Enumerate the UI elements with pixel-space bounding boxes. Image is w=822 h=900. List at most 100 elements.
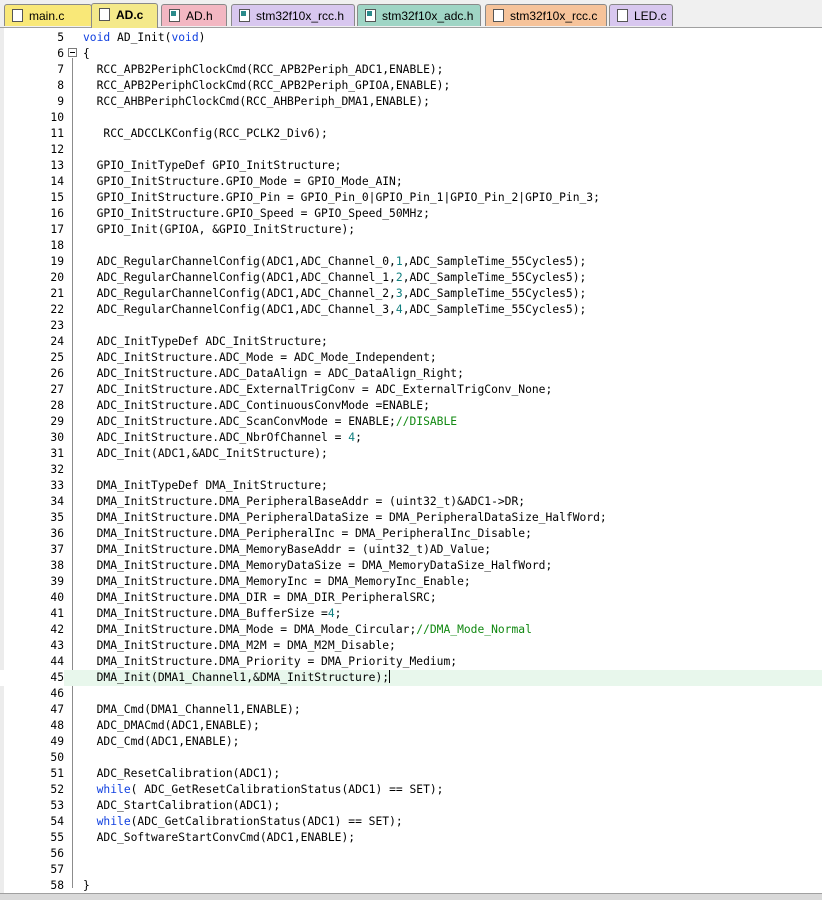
code-line[interactable]: 35 DMA_InitStructure.DMA_PeripheralDataS… — [0, 510, 822, 526]
code-text[interactable]: ADC_InitStructure.ADC_ContinuousConvMode… — [83, 398, 430, 414]
code-text[interactable]: DMA_InitStructure.DMA_MemoryBaseAddr = (… — [83, 542, 491, 558]
code-line[interactable]: 14 GPIO_InitStructure.GPIO_Mode = GPIO_M… — [0, 174, 822, 190]
code-line[interactable]: 21 ADC_RegularChannelConfig(ADC1,ADC_Cha… — [0, 286, 822, 302]
code-text[interactable]: GPIO_InitStructure.GPIO_Mode = GPIO_Mode… — [83, 174, 403, 190]
code-line[interactable]: 30 ADC_InitStructure.ADC_NbrOfChannel = … — [0, 430, 822, 446]
code-text[interactable]: RCC_APB2PeriphClockCmd(RCC_APB2Periph_AD… — [83, 62, 444, 78]
code-text[interactable]: DMA_InitStructure.DMA_M2M = DMA_M2M_Disa… — [83, 638, 396, 654]
code-text[interactable]: ADC_Cmd(ADC1,ENABLE); — [83, 734, 240, 750]
tab-stm32f10x-rcc-h[interactable]: stm32f10x_rcc.h — [231, 4, 355, 26]
code-text[interactable]: ADC_InitStructure.ADC_ScanConvMode = ENA… — [83, 414, 458, 430]
code-line[interactable]: 9 RCC_AHBPeriphClockCmd(RCC_AHBPeriph_DM… — [0, 94, 822, 110]
code-text[interactable]: DMA_InitStructure.DMA_PeripheralInc = DM… — [83, 526, 532, 542]
code-line[interactable]: 31 ADC_Init(ADC1,&ADC_InitStructure); — [0, 446, 822, 462]
code-line[interactable]: 49 ADC_Cmd(ADC1,ENABLE); — [0, 734, 822, 750]
code-line[interactable]: 17 GPIO_Init(GPIOA, &GPIO_InitStructure)… — [0, 222, 822, 238]
code-text[interactable]: RCC_APB2PeriphClockCmd(RCC_APB2Periph_GP… — [83, 78, 451, 94]
code-line[interactable]: 53 ADC_StartCalibration(ADC1); — [0, 798, 822, 814]
code-text[interactable]: GPIO_InitStructure.GPIO_Pin = GPIO_Pin_0… — [83, 190, 600, 206]
code-line[interactable]: 34 DMA_InitStructure.DMA_PeripheralBaseA… — [0, 494, 822, 510]
code-line[interactable]: 23 — [0, 318, 822, 334]
code-line[interactable]: 43 DMA_InitStructure.DMA_M2M = DMA_M2M_D… — [0, 638, 822, 654]
code-line[interactable]: 48 ADC_DMACmd(ADC1,ENABLE); — [0, 718, 822, 734]
code-line[interactable]: 10 — [0, 110, 822, 126]
code-text[interactable]: DMA_InitStructure.DMA_Mode = DMA_Mode_Ci… — [83, 622, 532, 638]
tab-main-c[interactable]: main.c — [4, 4, 92, 26]
code-text[interactable]: } — [83, 878, 90, 893]
code-line[interactable]: 42 DMA_InitStructure.DMA_Mode = DMA_Mode… — [0, 622, 822, 638]
code-text[interactable]: DMA_Cmd(DMA1_Channel1,ENABLE); — [83, 702, 301, 718]
code-line[interactable]: 58} — [0, 878, 822, 893]
code-line[interactable]: 32 — [0, 462, 822, 478]
code-text[interactable]: ADC_InitStructure.ADC_NbrOfChannel = 4; — [83, 430, 362, 446]
tab-stm32f10x-rcc-c[interactable]: stm32f10x_rcc.c — [485, 4, 607, 26]
code-text[interactable]: GPIO_Init(GPIOA, &GPIO_InitStructure); — [83, 222, 355, 238]
code-line[interactable]: 18 — [0, 238, 822, 254]
code-text[interactable]: while(ADC_GetCalibrationStatus(ADC1) == … — [83, 814, 403, 830]
tab-ad-c[interactable]: AD.c — [91, 3, 158, 28]
code-text[interactable]: { — [83, 46, 90, 62]
code-line[interactable]: 19 ADC_RegularChannelConfig(ADC1,ADC_Cha… — [0, 254, 822, 270]
code-line[interactable]: 36 DMA_InitStructure.DMA_PeripheralInc =… — [0, 526, 822, 542]
code-text[interactable]: RCC_ADCCLKConfig(RCC_PCLK2_Div6); — [83, 126, 327, 142]
code-line[interactable]: 27 ADC_InitStructure.ADC_ExternalTrigCon… — [0, 382, 822, 398]
code-line[interactable]: 41 DMA_InitStructure.DMA_BufferSize =4; — [0, 606, 822, 622]
code-line[interactable]: 55 ADC_SoftwareStartConvCmd(ADC1,ENABLE)… — [0, 830, 822, 846]
code-line[interactable]: 50 — [0, 750, 822, 766]
code-line[interactable]: 44 DMA_InitStructure.DMA_Priority = DMA_… — [0, 654, 822, 670]
code-text[interactable]: GPIO_InitStructure.GPIO_Speed = GPIO_Spe… — [83, 206, 430, 222]
code-text[interactable]: while( ADC_GetResetCalibrationStatus(ADC… — [83, 782, 444, 798]
code-text[interactable]: DMA_InitStructure.DMA_MemoryDataSize = D… — [83, 558, 553, 574]
code-text[interactable]: void AD_Init(void) — [83, 30, 205, 46]
code-line[interactable]: 16 GPIO_InitStructure.GPIO_Speed = GPIO_… — [0, 206, 822, 222]
code-text[interactable]: DMA_InitStructure.DMA_PeripheralBaseAddr… — [83, 494, 526, 510]
code-line[interactable]: 56 — [0, 846, 822, 862]
code-text[interactable]: DMA_InitStructure.DMA_BufferSize =4; — [83, 606, 342, 622]
code-text[interactable]: ADC_StartCalibration(ADC1); — [83, 798, 281, 814]
code-line[interactable]: 15 GPIO_InitStructure.GPIO_Pin = GPIO_Pi… — [0, 190, 822, 206]
code-text[interactable]: ADC_RegularChannelConfig(ADC1,ADC_Channe… — [83, 270, 587, 286]
code-text[interactable]: ADC_RegularChannelConfig(ADC1,ADC_Channe… — [83, 302, 587, 318]
code-text[interactable]: ADC_RegularChannelConfig(ADC1,ADC_Channe… — [83, 254, 587, 270]
code-line[interactable]: 37 DMA_InitStructure.DMA_MemoryBaseAddr … — [0, 542, 822, 558]
tab-ad-h[interactable]: AD.h — [161, 4, 227, 26]
code-text[interactable]: ADC_ResetCalibration(ADC1); — [83, 766, 281, 782]
code-text[interactable]: ADC_DMACmd(ADC1,ENABLE); — [83, 718, 260, 734]
code-line[interactable]: 47 DMA_Cmd(DMA1_Channel1,ENABLE); — [0, 702, 822, 718]
code-line[interactable]: 6{ — [0, 46, 822, 62]
code-text[interactable]: ADC_Init(ADC1,&ADC_InitStructure); — [83, 446, 328, 462]
code-line[interactable]: 12 — [0, 142, 822, 158]
code-line[interactable]: 5 void AD_Init(void) — [0, 30, 822, 46]
code-line[interactable]: 46 — [0, 686, 822, 702]
code-line[interactable]: 57 — [0, 862, 822, 878]
code-line[interactable]: 45 DMA_Init(DMA1_Channel1,&DMA_InitStruc… — [0, 670, 822, 686]
code-text[interactable]: DMA_InitStructure.DMA_MemoryInc = DMA_Me… — [83, 574, 471, 590]
code-line[interactable]: 20 ADC_RegularChannelConfig(ADC1,ADC_Cha… — [0, 270, 822, 286]
code-text[interactable]: ADC_InitStructure.ADC_Mode = ADC_Mode_In… — [83, 350, 437, 366]
code-line[interactable]: 54 while(ADC_GetCalibrationStatus(ADC1) … — [0, 814, 822, 830]
code-text[interactable]: DMA_Init(DMA1_Channel1,&DMA_InitStructur… — [83, 670, 391, 686]
code-line[interactable]: 7 RCC_APB2PeriphClockCmd(RCC_APB2Periph_… — [0, 62, 822, 78]
code-line[interactable]: 28 ADC_InitStructure.ADC_ContinuousConvM… — [0, 398, 822, 414]
code-text[interactable]: ADC_InitTypeDef ADC_InitStructure; — [83, 334, 328, 350]
code-text[interactable]: RCC_AHBPeriphClockCmd(RCC_AHBPeriph_DMA1… — [83, 94, 430, 110]
code-text[interactable]: ADC_SoftwareStartConvCmd(ADC1,ENABLE); — [83, 830, 355, 846]
code-line[interactable]: 26 ADC_InitStructure.ADC_DataAlign = ADC… — [0, 366, 822, 382]
code-line[interactable]: 39 DMA_InitStructure.DMA_MemoryInc = DMA… — [0, 574, 822, 590]
code-line[interactable]: 13 GPIO_InitTypeDef GPIO_InitStructure; — [0, 158, 822, 174]
code-line[interactable]: 29 ADC_InitStructure.ADC_ScanConvMode = … — [0, 414, 822, 430]
code-line[interactable]: 51 ADC_ResetCalibration(ADC1); — [0, 766, 822, 782]
tab-led-c[interactable]: LED.c — [609, 4, 673, 26]
code-text[interactable]: ADC_InitStructure.ADC_ExternalTrigConv =… — [83, 382, 553, 398]
code-line[interactable]: 33 DMA_InitTypeDef DMA_InitStructure; — [0, 478, 822, 494]
code-text[interactable]: DMA_InitStructure.DMA_PeripheralDataSize… — [83, 510, 607, 526]
code-line[interactable]: 40 DMA_InitStructure.DMA_DIR = DMA_DIR_P… — [0, 590, 822, 606]
code-line[interactable]: 38 DMA_InitStructure.DMA_MemoryDataSize … — [0, 558, 822, 574]
tab-stm32f10x-adc-h[interactable]: stm32f10x_adc.h — [357, 4, 481, 26]
code-text[interactable]: GPIO_InitTypeDef GPIO_InitStructure; — [83, 158, 342, 174]
code-line[interactable]: 24 ADC_InitTypeDef ADC_InitStructure; — [0, 334, 822, 350]
code-text[interactable]: DMA_InitTypeDef DMA_InitStructure; — [83, 478, 328, 494]
code-line[interactable]: 25 ADC_InitStructure.ADC_Mode = ADC_Mode… — [0, 350, 822, 366]
code-text[interactable]: DMA_InitStructure.DMA_Priority = DMA_Pri… — [83, 654, 457, 670]
code-text[interactable]: DMA_InitStructure.DMA_DIR = DMA_DIR_Peri… — [83, 590, 437, 606]
